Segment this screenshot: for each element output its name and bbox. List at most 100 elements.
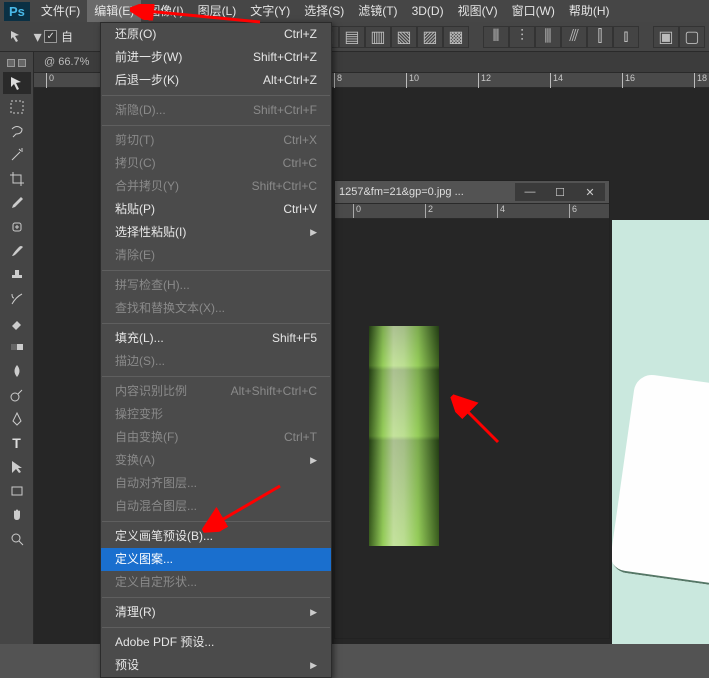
menu-item-label: 后退一步(K) xyxy=(115,72,179,89)
dodge-tool-icon[interactable] xyxy=(3,384,31,406)
menu-item: 拼写检查(H)... xyxy=(101,274,331,297)
menu-item-label: 自动混合图层... xyxy=(115,498,197,515)
menu-item[interactable]: 粘贴(P)Ctrl+V xyxy=(101,198,331,221)
menu-window[interactable]: 窗口(W) xyxy=(505,0,562,22)
auto-select-checkbox[interactable]: ✓ xyxy=(44,30,57,43)
menu-item-label: 拷贝(C) xyxy=(115,155,156,172)
ruler-tick: 0 xyxy=(353,204,361,219)
distrib-icon[interactable]: ⫾ xyxy=(613,26,639,48)
heal-tool-icon[interactable] xyxy=(3,216,31,238)
menu-item: 描边(S)... xyxy=(101,350,331,373)
menu-item[interactable]: 后退一步(K)Alt+Ctrl+Z xyxy=(101,69,331,92)
lasso-tool-icon[interactable] xyxy=(3,120,31,142)
menu-select[interactable]: 选择(S) xyxy=(297,0,351,22)
menu-item-label: 定义画笔预设(B)... xyxy=(115,528,213,545)
menu-item-label: 自动对齐图层... xyxy=(115,475,197,492)
maximize-button[interactable]: ☐ xyxy=(545,183,575,201)
menu-item-label: 描边(S)... xyxy=(115,353,165,370)
annotation-arrow-1 xyxy=(130,4,270,28)
menu-filter[interactable]: 滤镜(T) xyxy=(351,0,404,22)
toolbox-handle[interactable] xyxy=(7,56,26,70)
menu-item-shortcut: Shift+Ctrl+F xyxy=(253,102,317,119)
menu-item-label: 预设 xyxy=(115,657,139,674)
history-brush-tool-icon[interactable] xyxy=(3,288,31,310)
align-icon[interactable]: ▧ xyxy=(391,26,417,48)
background-document-fragment xyxy=(612,220,709,644)
white-shape xyxy=(612,373,709,588)
menu-item-label: 定义图案... xyxy=(115,551,173,568)
pen-tool-icon[interactable] xyxy=(3,408,31,430)
menu-item: 操控变形 xyxy=(101,403,331,426)
move-tool-preset-icon[interactable] xyxy=(6,25,29,49)
close-button[interactable]: ✕ xyxy=(575,183,605,201)
wand-tool-icon[interactable] xyxy=(3,144,31,166)
ruler-tick: 2 xyxy=(425,204,433,219)
move-tool-icon[interactable] xyxy=(3,72,31,94)
menu-item-shortcut: Ctrl+X xyxy=(283,132,317,149)
distrib-icon[interactable]: ⫶ xyxy=(509,26,535,48)
menu-3d[interactable]: 3D(D) xyxy=(405,0,451,22)
menu-view[interactable]: 视图(V) xyxy=(451,0,505,22)
blur-tool-icon[interactable] xyxy=(3,360,31,382)
marquee-tool-icon[interactable] xyxy=(3,96,31,118)
rectangle-tool-icon[interactable] xyxy=(3,480,31,502)
annotation-arrow-3 xyxy=(448,392,508,452)
menu-help[interactable]: 帮助(H) xyxy=(562,0,617,22)
brush-tool-icon[interactable] xyxy=(3,240,31,262)
ruler-tick: 16 xyxy=(622,73,635,89)
menu-item[interactable]: 清理(R) ▶ xyxy=(101,601,331,624)
chevron-down-icon[interactable]: ▾ xyxy=(33,25,43,49)
align-icon[interactable]: ▤ xyxy=(339,26,365,48)
menu-item[interactable]: 定义图案... xyxy=(101,548,331,571)
menu-item: 渐隐(D)...Shift+Ctrl+F xyxy=(101,99,331,122)
menu-item[interactable]: 前进一步(W)Shift+Ctrl+Z xyxy=(101,46,331,69)
edit-menu-dropdown: 还原(O)Ctrl+Z前进一步(W)Shift+Ctrl+Z后退一步(K)Alt… xyxy=(100,22,332,678)
align-icon[interactable]: ▩ xyxy=(443,26,469,48)
zoom-tool-icon[interactable] xyxy=(3,528,31,550)
hand-tool-icon[interactable] xyxy=(3,504,31,526)
ruler-tick: 18 xyxy=(694,73,707,89)
eraser-tool-icon[interactable] xyxy=(3,312,31,334)
crop-tool-icon[interactable] xyxy=(3,168,31,190)
align-icon[interactable]: ▥ xyxy=(365,26,391,48)
menu-separator xyxy=(102,376,330,377)
submenu-arrow-icon: ▶ xyxy=(310,604,317,621)
path-select-tool-icon[interactable] xyxy=(3,456,31,478)
ruler-tick: 6 xyxy=(569,204,577,219)
distrib-icon[interactable]: ⫴ xyxy=(483,26,509,48)
menu-item-label: 清理(R) xyxy=(115,604,156,621)
menu-separator xyxy=(102,125,330,126)
document-ruler: 0246 xyxy=(335,203,609,218)
arrange-icon[interactable]: ▣ xyxy=(653,26,679,48)
menu-file[interactable]: 文件(F) xyxy=(34,0,87,22)
gradient-tool-icon[interactable] xyxy=(3,336,31,358)
document-titlebar[interactable]: 1257&fm=21&gp=0.jpg ... — ☐ ✕ xyxy=(335,181,609,203)
menu-item-shortcut: Ctrl+Z xyxy=(284,26,317,43)
menu-item: 查找和替换文本(X)... xyxy=(101,297,331,320)
menu-item-shortcut: Shift+Ctrl+C xyxy=(252,178,317,195)
ruler-tick: 10 xyxy=(406,73,419,89)
distrib-icon[interactable]: ⫼ xyxy=(535,26,561,48)
distribute-group: ⫴ ⫶ ⫼ ⫻ ⫿ ⫾ xyxy=(483,26,639,48)
menu-item[interactable]: 填充(L)...Shift+F5 xyxy=(101,327,331,350)
minimize-button[interactable]: — xyxy=(515,183,545,201)
menu-item-shortcut: Ctrl+C xyxy=(283,155,317,172)
align-icon[interactable]: ▨ xyxy=(417,26,443,48)
stamp-tool-icon[interactable] xyxy=(3,264,31,286)
menu-item[interactable]: 选择性粘贴(I)▶ xyxy=(101,221,331,244)
distrib-icon[interactable]: ⫻ xyxy=(561,26,587,48)
type-tool-icon[interactable]: T xyxy=(3,432,31,454)
arrange-icon[interactable]: ▢ xyxy=(679,26,705,48)
menu-item: 定义自定形状... xyxy=(101,571,331,594)
menu-item[interactable]: Adobe PDF 预设... xyxy=(101,631,331,654)
menu-item-label: 前进一步(W) xyxy=(115,49,182,66)
menubar: Ps 文件(F) 编辑(E) 图像(I) 图层(L) 文字(Y) 选择(S) 滤… xyxy=(0,0,709,22)
eyedropper-tool-icon[interactable] xyxy=(3,192,31,214)
menu-item-label: 剪切(T) xyxy=(115,132,154,149)
menu-item[interactable]: 预设▶ xyxy=(101,654,331,677)
ruler-tick: 12 xyxy=(478,73,491,89)
menu-item-label: 合并拷贝(Y) xyxy=(115,178,179,195)
align-group: ▦ ▤ ▥ ▧ ▨ ▩ xyxy=(313,26,469,48)
annotation-arrow-2 xyxy=(200,480,290,540)
distrib-icon[interactable]: ⫿ xyxy=(587,26,613,48)
